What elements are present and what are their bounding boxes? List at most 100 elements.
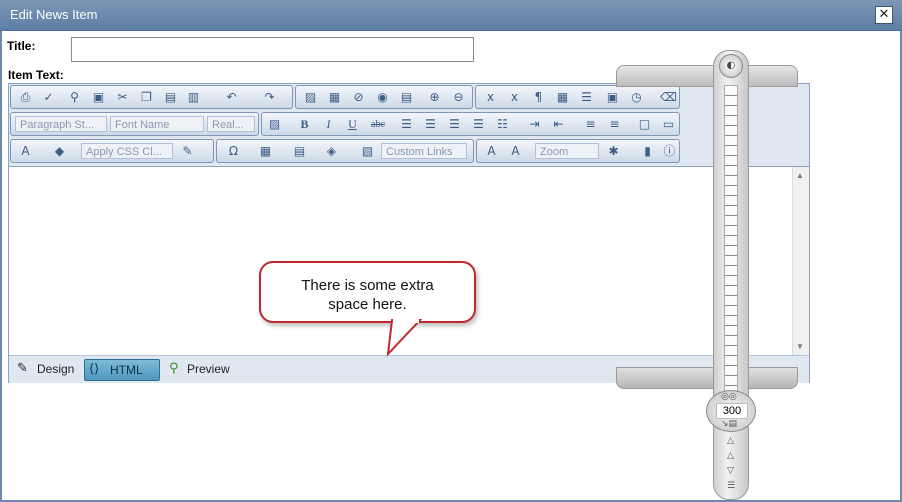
align-center-icon[interactable]: ☰ [424,118,437,131]
symbols-icon[interactable]: Ω [227,145,240,158]
preview-mode-tab[interactable]: ⚲ Preview [165,359,231,379]
toolbar-row-1: ⎙ ✓ ⚲ ▣ ✂ ❐ ▤ ▥ ↶ ↷ ▨ ▦ ⊘ ◉ ▤ ⊕ ⊖ x x ¶ … [9,84,809,110]
ruler-resize-icon[interactable]: ↘▤ [721,419,737,429]
toolbar-group-insert: ▨ ▦ ⊘ ◉ ▤ ⊕ ⊖ [295,85,473,109]
fore-color-icon[interactable]: A [19,145,32,158]
snippet-icon[interactable]: ▣ [606,91,619,104]
insert-time-icon[interactable]: ◷ [630,91,643,104]
image-icon[interactable]: ▨ [268,118,281,131]
redo-icon[interactable]: ↷ [263,91,276,104]
zoom-dropdown[interactable]: Zoom [535,143,599,159]
remove-alignment-icon[interactable]: ☷ [496,118,509,131]
font-name-dropdown[interactable]: Font Name [110,116,204,132]
ruler-up-small-icon[interactable]: △ [727,451,734,461]
close-button[interactable]: ✕ [875,6,893,24]
toggle-screen-icon[interactable]: ▮ [641,145,654,158]
underline-button[interactable]: U [346,118,359,131]
toolbar-group-format: x x ¶ ▦ ☰ ▣ ◷ ⌫ [475,85,680,109]
paragraph-style-dropdown[interactable]: Paragraph St... [15,116,107,132]
table-wizard-icon[interactable]: □ [638,118,651,131]
title-input[interactable] [71,37,474,62]
css-class-dropdown[interactable]: Apply CSS Cl... [81,143,173,159]
media-icon[interactable]: ◉ [376,91,389,104]
template-icon[interactable]: ▤ [400,91,413,104]
horizontal-rule-icon[interactable]: ☰ [580,91,593,104]
callout-line-1: There is some extra [301,277,434,294]
window-titlebar: Edit News Item ✕ [0,0,902,31]
copy-icon[interactable]: ❐ [140,91,153,104]
numbered-list-icon[interactable]: ≡ [584,118,597,131]
ruler-scale [724,85,738,417]
editor-scrollbar[interactable]: ▲ ▼ [792,167,809,355]
ruler-up-icon[interactable]: △ [727,436,734,446]
toolbar-group-styles: A ◆ Apply CSS Cl... ✎ [10,139,214,163]
html-mode-label: HTML [110,363,143,377]
toolbar-row-2: Paragraph St... Font Name Real... ▨ B I … [9,111,809,137]
annotation-callout: There is some extra space here. [259,261,476,323]
paste-icon[interactable]: ▤ [164,91,177,104]
remove-link-icon[interactable]: ⊖ [452,91,465,104]
toolbar-group-view: A A Zoom ✱ ▮ ⓘ [476,139,680,163]
spellcheck-icon[interactable]: ✓ [42,91,55,104]
custom-links-dropdown[interactable]: Custom Links [381,143,467,159]
justify-icon[interactable]: ☰ [472,118,485,131]
ruler-toggle-icon[interactable]: ◎◎ [721,392,737,402]
bold-button[interactable]: B [298,118,311,131]
scroll-down-icon[interactable]: ▼ [796,342,804,351]
xhtml-validator-icon[interactable]: ▭ [662,118,675,131]
ruler-zoom-value[interactable]: 300 [716,403,748,419]
document-manager-icon[interactable]: ▦ [328,91,341,104]
custom-links-icon[interactable]: ▧ [361,145,374,158]
align-left-icon[interactable]: ☰ [400,118,413,131]
select-all-icon[interactable]: ▣ [92,91,105,104]
code-icon: ⟨⟩ [89,362,100,377]
html-mode-tab[interactable]: ⟨⟩ HTML [84,359,160,381]
design-mode-label: Design [37,362,75,376]
align-right-icon[interactable]: ☰ [448,118,461,131]
ruler-zoom-badge: ◎◎ 300 ↘▤ [706,390,756,432]
hyperlink-icon[interactable]: ⊕ [428,91,441,104]
screen-ruler[interactable]: ◐ △ △ ▽ ☰ [713,50,749,500]
toolbar-group-objects: Ω ▦ ▤ ◈ ▧ Custom Links [216,139,474,163]
pencil-icon: ✎ [17,361,28,376]
ruler-top-jaw[interactable] [616,65,798,87]
indent-icon[interactable]: ⇥ [528,118,541,131]
ruler-bottom-jaw[interactable] [616,367,798,389]
subscript-icon[interactable]: x [484,91,497,104]
ruler-down-icon[interactable]: ▽ [727,466,734,476]
paste-options-icon[interactable]: ▥ [187,91,200,104]
text-direction-ltr-icon[interactable]: A [485,145,498,158]
strikethrough-button[interactable]: abc [368,118,388,131]
paragraph-icon[interactable]: ¶ [532,91,545,104]
outdent-icon[interactable]: ⇤ [552,118,565,131]
design-mode-tab[interactable]: ✎ Design [13,359,79,379]
item-text-label: Item Text: [8,68,64,82]
back-color-icon[interactable]: ◆ [53,145,66,158]
print-icon[interactable]: ⎙ [19,91,32,104]
format-stripper-icon[interactable]: ⌫ [660,91,677,104]
cut-icon[interactable]: ✂ [116,91,129,104]
ruler-menu-icon[interactable]: ☰ [727,481,735,491]
toolbar-group-text: ▨ B I U abc ☰ ☰ ☰ ☰ ☷ ⇥ ⇤ ≡ ≡ □ ▭ [261,112,680,136]
ruler-lock-icon[interactable]: ◐ [719,54,743,78]
insert-code-icon[interactable]: ◈ [325,145,338,158]
bulleted-list-icon[interactable]: ≡ [608,118,621,131]
italic-button[interactable]: I [322,118,335,131]
scroll-up-icon[interactable]: ▲ [796,171,804,180]
find-icon[interactable]: ⚲ [68,91,81,104]
format-painter-icon[interactable]: ✎ [181,145,194,158]
font-size-dropdown[interactable]: Real... [207,116,255,132]
about-icon[interactable]: ⓘ [663,145,676,158]
magnifier-icon: ⚲ [169,361,179,376]
module-manager-icon[interactable]: ✱ [607,145,620,158]
image-manager-icon[interactable]: ▨ [304,91,317,104]
insert-date-icon[interactable]: ▦ [556,91,569,104]
insert-table-icon[interactable]: ▦ [259,145,272,158]
undo-icon[interactable]: ↶ [225,91,238,104]
preview-mode-label: Preview [187,362,230,376]
callout-pointer [386,319,423,357]
superscript-icon[interactable]: x [508,91,521,104]
link-icon[interactable]: ⊘ [352,91,365,104]
text-direction-rtl-icon[interactable]: A [509,145,522,158]
insert-list-icon[interactable]: ▤ [293,145,306,158]
